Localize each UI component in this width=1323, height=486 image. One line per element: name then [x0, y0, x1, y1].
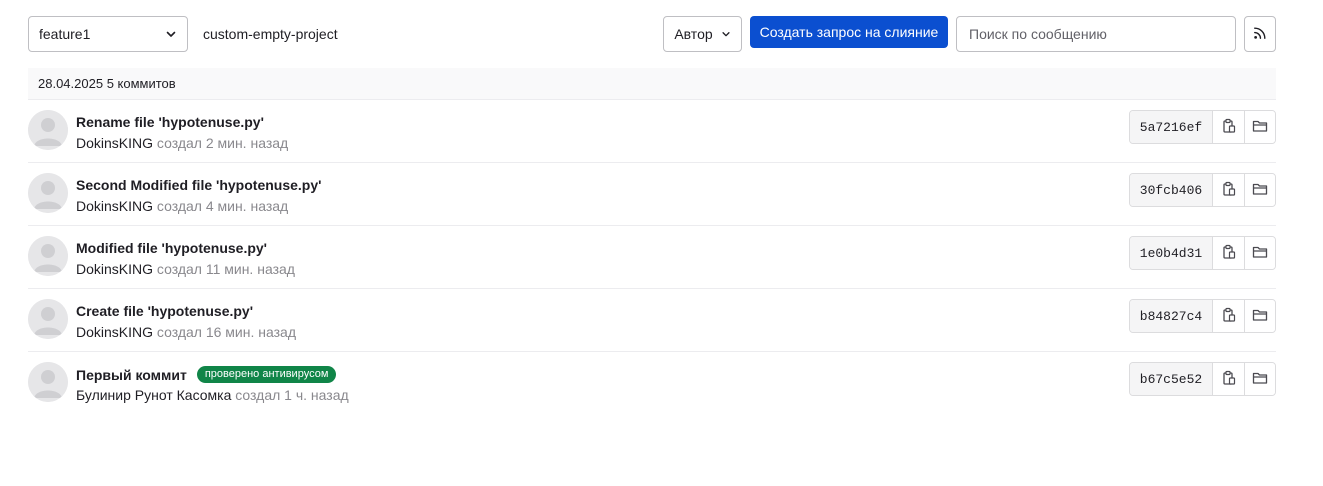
commit-sha-group: 1e0b4d31	[1129, 236, 1276, 270]
commit-title[interactable]: Create file 'hypotenuse.py'	[76, 303, 253, 319]
copy-icon	[1221, 118, 1237, 137]
commit-sha-button[interactable]: b84827c4	[1130, 300, 1213, 332]
commit-title-line: Create file 'hypotenuse.py'	[76, 303, 253, 319]
commit-sha-group: b67c5e52	[1129, 362, 1276, 396]
commit-time: создал 4 мин. назад	[156, 198, 289, 214]
commit-author[interactable]: DokinsKING	[76, 198, 153, 214]
commit-title-line: Первый коммит проверено антивирусом	[76, 366, 337, 383]
folder-icon	[1252, 244, 1268, 263]
commit-title-line: Second Modified file 'hypotenuse.py'	[76, 177, 321, 193]
commit-row: Первый коммит проверено антивирусом Були…	[28, 352, 1276, 415]
commit-row: Second Modified file 'hypotenuse.py' Dok…	[28, 163, 1276, 226]
commit-sha-button[interactable]: 30fcb406	[1130, 174, 1213, 206]
commit-author[interactable]: DokinsKING	[76, 261, 153, 277]
commit-sha-group: 30fcb406	[1129, 173, 1276, 207]
commit-time: создал 16 мин. назад	[156, 324, 296, 340]
commit-title[interactable]: Modified file 'hypotenuse.py'	[76, 240, 267, 256]
commit-title[interactable]: Rename file 'hypotenuse.py'	[76, 114, 264, 130]
default-avatar-icon[interactable]	[28, 173, 68, 213]
default-avatar-icon[interactable]	[28, 299, 68, 339]
create-merge-request-button[interactable]: Создать запрос на слияние	[750, 16, 948, 48]
copy-icon	[1221, 181, 1237, 200]
copy-icon	[1221, 244, 1237, 263]
commit-day-header: 28.04.2025 5 коммитов	[28, 68, 1276, 100]
browse-files-button[interactable]	[1244, 300, 1275, 332]
commit-sha-button[interactable]: b67c5e52	[1130, 363, 1213, 395]
copy-sha-button[interactable]	[1213, 174, 1244, 206]
browse-files-button[interactable]	[1244, 111, 1275, 143]
browse-files-button[interactable]	[1244, 237, 1275, 269]
commit-meta: Булинир Рунот Касомка создал 1 ч. назад	[76, 387, 349, 403]
author-filter-button[interactable]: Автор	[663, 16, 742, 52]
commit-row: Modified file 'hypotenuse.py' DokinsKING…	[28, 226, 1276, 289]
commit-meta: DokinsKING создал 4 мин. назад	[76, 198, 288, 214]
copy-icon	[1221, 370, 1237, 389]
commit-sha-button[interactable]: 5a7216ef	[1130, 111, 1213, 143]
antivirus-badge: проверено антивирусом	[196, 366, 337, 383]
commit-meta: DokinsKING создал 2 мин. назад	[76, 135, 288, 151]
commits-toolbar: feature1 custom-empty-project Автор Созд…	[28, 16, 1276, 52]
copy-icon	[1221, 307, 1237, 326]
commit-row: Rename file 'hypotenuse.py' DokinsKING с…	[28, 100, 1276, 163]
commit-sha-group: 5a7216ef	[1129, 110, 1276, 144]
chevron-down-icon	[165, 28, 177, 40]
commit-title-line: Modified file 'hypotenuse.py'	[76, 240, 267, 256]
commit-title[interactable]: Первый коммит	[76, 367, 187, 383]
branch-select-value: feature1	[39, 26, 91, 42]
commit-author[interactable]: Булинир Рунот Касомка	[76, 387, 231, 403]
browse-files-button[interactable]	[1244, 174, 1275, 206]
default-avatar-icon[interactable]	[28, 362, 68, 402]
copy-sha-button[interactable]	[1213, 300, 1244, 332]
author-filter-label: Автор	[674, 26, 713, 42]
commit-time: создал 2 мин. назад	[156, 135, 289, 151]
commit-time: создал 11 мин. назад	[156, 261, 295, 277]
commit-title[interactable]: Second Modified file 'hypotenuse.py'	[76, 177, 321, 193]
copy-sha-button[interactable]	[1213, 111, 1244, 143]
chevron-down-icon	[721, 26, 731, 42]
copy-sha-button[interactable]	[1213, 363, 1244, 395]
commit-day-date: 28.04.2025	[38, 76, 104, 91]
folder-icon	[1252, 181, 1268, 200]
commit-time: создал 1 ч. назад	[235, 387, 349, 403]
default-avatar-icon[interactable]	[28, 110, 68, 150]
commit-row: Create file 'hypotenuse.py' DokinsKING с…	[28, 289, 1276, 352]
commit-author[interactable]: DokinsKING	[76, 324, 153, 340]
rss-icon	[1253, 26, 1267, 43]
copy-sha-button[interactable]	[1213, 237, 1244, 269]
folder-icon	[1252, 118, 1268, 137]
commit-day-count: 5 коммитов	[106, 76, 176, 91]
default-avatar-icon[interactable]	[28, 236, 68, 276]
commit-list: Rename file 'hypotenuse.py' DokinsKING с…	[28, 100, 1276, 415]
commit-sha-button[interactable]: 1e0b4d31	[1130, 237, 1213, 269]
commit-meta: DokinsKING создал 16 мин. назад	[76, 324, 296, 340]
commit-meta: DokinsKING создал 11 мин. назад	[76, 261, 295, 277]
folder-icon	[1252, 370, 1268, 389]
branch-select[interactable]: feature1	[28, 16, 188, 52]
search-input[interactable]	[956, 16, 1236, 52]
commit-sha-group: b84827c4	[1129, 299, 1276, 333]
browse-files-button[interactable]	[1244, 363, 1275, 395]
rss-button[interactable]	[1244, 16, 1276, 52]
commit-title-line: Rename file 'hypotenuse.py'	[76, 114, 264, 130]
folder-icon	[1252, 307, 1268, 326]
project-path[interactable]: custom-empty-project	[203, 16, 338, 52]
commit-author[interactable]: DokinsKING	[76, 135, 153, 151]
